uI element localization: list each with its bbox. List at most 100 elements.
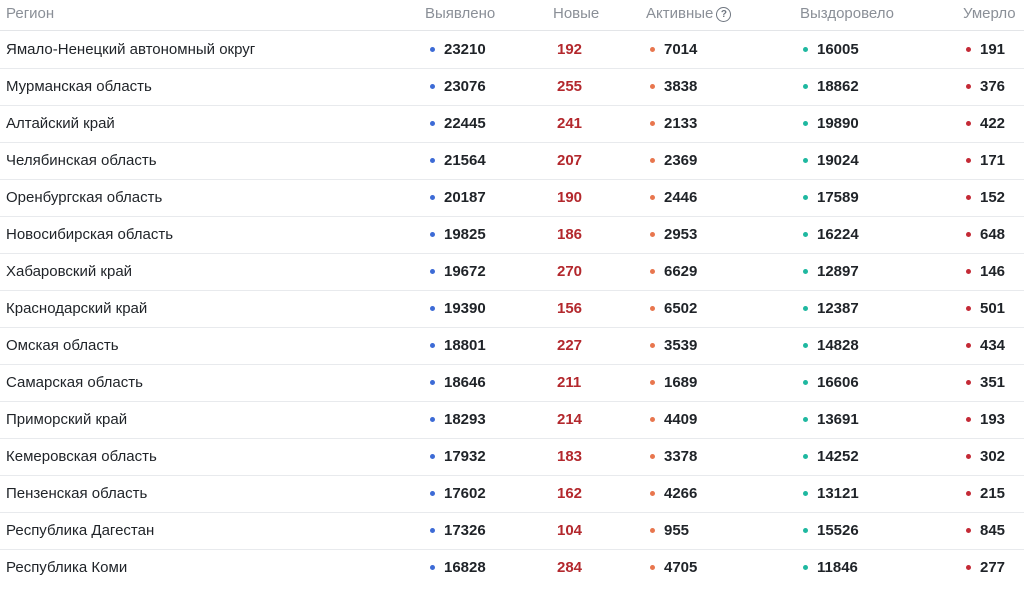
recovered-cell-value: 13121 — [817, 485, 859, 502]
table-row[interactable]: Мурманская область 23076 255 3838 18862 376 — [0, 69, 1024, 106]
died-cell-value: 434 — [980, 337, 1006, 354]
active-cell: 2446 — [650, 180, 697, 216]
table-row[interactable]: Приморский край 18293 214 4409 13691 193 — [0, 402, 1024, 439]
detected-cell: 22445 — [430, 106, 486, 142]
new-cell: 207 — [557, 143, 582, 179]
active-cell-dot — [650, 342, 655, 348]
detected-cell-dot — [430, 83, 435, 89]
active-cell: 1689 — [650, 365, 697, 401]
active-cell-dot — [650, 305, 655, 311]
died-cell: 351 — [966, 365, 1005, 401]
died-cell-dot — [966, 194, 971, 200]
new-cell-value: 284 — [557, 559, 583, 576]
detected-cell-value: 23210 — [444, 41, 486, 58]
died-cell-value: 277 — [980, 559, 1006, 576]
active-cell: 4705 — [650, 550, 697, 586]
detected-cell-value: 20187 — [444, 189, 486, 206]
new-cell-value: 227 — [557, 337, 583, 354]
died-cell-dot — [966, 379, 971, 385]
detected-cell-dot — [430, 453, 435, 459]
region-name: Самарская область — [6, 365, 143, 401]
region-name-value: Новосибирская область — [6, 226, 174, 243]
recovered-cell-dot — [803, 342, 808, 348]
new-cell-value: 186 — [557, 226, 583, 243]
recovered-cell: 13691 — [803, 402, 859, 438]
active-cell: 3838 — [650, 69, 697, 105]
active-cell-dot — [650, 416, 655, 422]
active-cell-dot — [650, 83, 655, 89]
region-name-value: Мурманская область — [6, 78, 152, 95]
table-row[interactable]: Краснодарский край 19390 156 6502 12387 501 — [0, 291, 1024, 328]
region-name-value: Приморский край — [6, 411, 128, 428]
active-cell-value: 955 — [664, 522, 690, 539]
detected-cell: 19672 — [430, 254, 486, 290]
detected-cell-value: 18801 — [444, 337, 486, 354]
died-cell-value: 152 — [980, 189, 1006, 206]
detected-cell-dot — [430, 342, 435, 348]
died-cell-value: 302 — [980, 448, 1006, 465]
recovered-cell-dot — [803, 120, 808, 126]
new-cell: 284 — [557, 550, 582, 586]
died-cell-dot — [966, 268, 971, 274]
region-name: Республика Дагестан — [6, 513, 154, 549]
died-cell: 146 — [966, 254, 1005, 290]
table-header: Регион Выявлено Новые Активные? Выздоров… — [0, 0, 1024, 31]
header-active[interactable]: Активные? — [646, 5, 732, 22]
region-name-value: Омская область — [6, 337, 119, 354]
died-cell-value: 146 — [980, 263, 1006, 280]
region-name-value: Челябинская область — [6, 152, 157, 169]
detected-cell-value: 23076 — [444, 78, 486, 95]
table-row[interactable]: Пензенская область 17602 162 4266 13121 215 — [0, 476, 1024, 513]
died-cell: 648 — [966, 217, 1005, 253]
detected-cell-dot — [430, 490, 435, 496]
died-cell: 422 — [966, 106, 1005, 142]
recovered-cell-value: 17589 — [817, 189, 859, 206]
recovered-cell-dot — [803, 46, 808, 52]
active-cell-dot — [650, 453, 655, 459]
new-cell-value: 162 — [557, 485, 583, 502]
new-cell: 227 — [557, 328, 582, 364]
table-row[interactable]: Новосибирская область 19825 186 2953 16224 64… — [0, 217, 1024, 254]
region-name: Новосибирская область — [6, 217, 173, 253]
recovered-cell: 16606 — [803, 365, 859, 401]
help-icon[interactable]: ? — [716, 7, 732, 22]
table-row[interactable]: Алтайский край 22445 241 2133 19890 422 — [0, 106, 1024, 143]
header-active-label[interactable]: Активные — [646, 5, 713, 22]
table-row[interactable]: Республика Коми 16828 284 4705 11846 277 — [0, 550, 1024, 586]
table-row[interactable]: Хабаровский край 19672 270 6629 12897 146 — [0, 254, 1024, 291]
table-row[interactable]: Челябинская область 21564 207 2369 19024 171 — [0, 143, 1024, 180]
died-cell-value: 648 — [980, 226, 1006, 243]
died-cell-dot — [966, 342, 971, 348]
died-cell-value: 501 — [980, 300, 1006, 317]
header-died[interactable]: Умерло — [963, 5, 1016, 22]
region-name-value: Республика Дагестан — [6, 522, 155, 539]
header-detected[interactable]: Выявлено — [425, 5, 495, 22]
recovered-cell: 19890 — [803, 106, 859, 142]
header-recovered[interactable]: Выздоровело — [800, 5, 894, 22]
region-name: Кемеровская область — [6, 439, 157, 475]
recovered-cell: 16224 — [803, 217, 859, 253]
detected-cell: 17326 — [430, 513, 486, 549]
region-name: Челябинская область — [6, 143, 157, 179]
new-cell: 255 — [557, 69, 582, 105]
active-cell: 4409 — [650, 402, 697, 438]
table-row[interactable]: Ямало-Ненецкий автономный округ 23210 192 7… — [0, 32, 1024, 69]
region-name: Омская область — [6, 328, 119, 364]
table-row[interactable]: Оренбургская область 20187 190 2446 17589 152 — [0, 180, 1024, 217]
new-cell-value: 104 — [557, 522, 583, 539]
died-cell: 845 — [966, 513, 1005, 549]
header-region[interactable]: Регион — [6, 5, 54, 22]
active-cell-dot — [650, 564, 655, 570]
active-cell: 955 — [650, 513, 689, 549]
died-cell-dot — [966, 157, 971, 163]
table-row[interactable]: Самарская область 18646 211 1689 16606 351 — [0, 365, 1024, 402]
died-cell-dot — [966, 564, 971, 570]
died-cell-dot — [966, 231, 971, 237]
header-new[interactable]: Новые — [553, 5, 599, 22]
detected-cell-value: 19390 — [444, 300, 486, 317]
table-row[interactable]: Республика Дагестан 17326 104 955 15526 845 — [0, 513, 1024, 550]
active-cell-dot — [650, 120, 655, 126]
table-row[interactable]: Кемеровская область 17932 183 3378 14252 302 — [0, 439, 1024, 476]
new-cell-value: 255 — [557, 78, 583, 95]
table-row[interactable]: Омская область 18801 227 3539 14828 434 — [0, 328, 1024, 365]
